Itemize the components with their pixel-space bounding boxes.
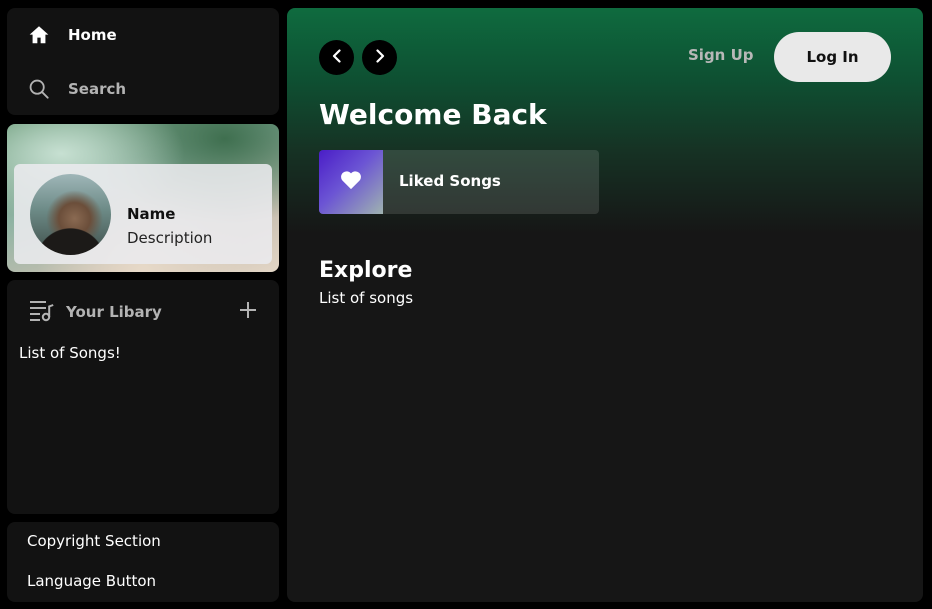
- profile-card[interactable]: Name Description: [14, 164, 272, 264]
- add-playlist-button[interactable]: [237, 299, 259, 321]
- library-title: Your Libary: [66, 303, 162, 321]
- library-icon: [29, 298, 55, 326]
- forward-button[interactable]: [362, 40, 397, 75]
- main-content: Sign Up Log In Welcome Back Liked Songs …: [287, 8, 923, 602]
- search-icon: [27, 77, 51, 101]
- sidebar-nav: Home Search: [7, 8, 279, 115]
- avatar: [30, 174, 111, 255]
- profile-description: Description: [127, 229, 213, 247]
- language-button[interactable]: Language Button: [27, 572, 156, 590]
- page-title: Welcome Back: [319, 98, 547, 131]
- nav-search-label: Search: [68, 80, 127, 98]
- login-button[interactable]: Log In: [774, 32, 891, 82]
- explore-subtitle: List of songs: [319, 289, 414, 307]
- heart-icon: [340, 170, 362, 194]
- nav-search[interactable]: Search: [27, 74, 126, 104]
- chevron-left-icon: [330, 48, 344, 67]
- back-button[interactable]: [319, 40, 354, 75]
- liked-songs-label: Liked Songs: [399, 172, 501, 190]
- sidebar-footer: Copyright Section Language Button: [7, 522, 279, 602]
- profile-banner: Name Description: [7, 124, 279, 272]
- chevron-right-icon: [373, 48, 387, 67]
- nav-home[interactable]: Home: [27, 20, 117, 50]
- library-list: List of Songs!: [19, 344, 121, 362]
- liked-songs-art: [319, 150, 383, 214]
- nav-home-label: Home: [68, 26, 117, 44]
- library-panel: Your Libary List of Songs!: [7, 280, 279, 514]
- explore-title: Explore: [319, 258, 413, 283]
- copyright-section: Copyright Section: [27, 532, 161, 550]
- profile-name: Name: [127, 205, 176, 223]
- app-root: Home Search Name Description Your Libary…: [0, 0, 932, 609]
- home-icon: [27, 23, 51, 47]
- liked-songs-card[interactable]: Liked Songs: [319, 150, 599, 214]
- signup-button[interactable]: Sign Up: [688, 46, 754, 64]
- library-header[interactable]: Your Libary: [29, 298, 162, 326]
